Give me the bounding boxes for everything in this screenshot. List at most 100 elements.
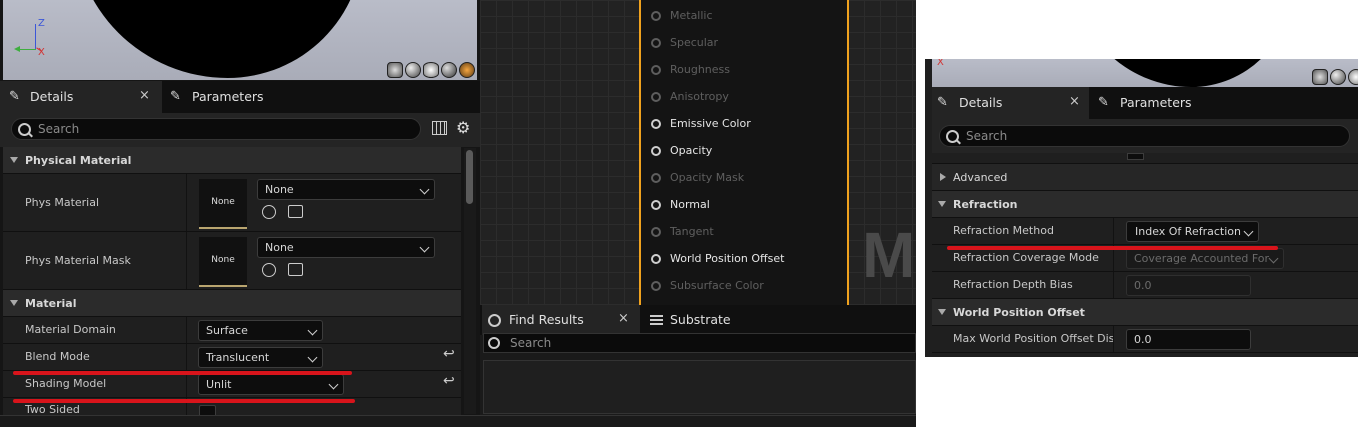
property-label: Refraction Depth Bias: [953, 278, 1073, 291]
plane-preview-icon[interactable]: [1348, 69, 1358, 85]
blend-mode-dropdown[interactable]: Translucent: [198, 347, 323, 368]
find-search-input[interactable]: Search: [483, 333, 916, 353]
refraction-depth-bias-input[interactable]: 0.0: [1126, 275, 1251, 296]
property-phys-material: Phys Material None None: [3, 174, 461, 232]
cylinder-preview-icon[interactable]: [1312, 69, 1328, 85]
category-material[interactable]: Material: [3, 290, 461, 317]
reset-to-default-icon[interactable]: ↩: [443, 346, 455, 362]
cylinder-preview-icon[interactable]: [387, 62, 403, 78]
sphere-preview-icon[interactable]: [1330, 69, 1346, 85]
tab-find-results-label: Find Results: [509, 312, 584, 327]
cube-preview-icon[interactable]: [441, 62, 457, 78]
pin-connector-icon[interactable]: [651, 173, 661, 183]
tab-parameters-label: Parameters: [1120, 95, 1192, 110]
category-advanced[interactable]: Advanced: [932, 164, 1358, 191]
close-icon[interactable]: ×: [139, 88, 150, 103]
pin-connector-icon[interactable]: [651, 146, 661, 156]
node-pin-label: Roughness: [670, 63, 731, 76]
pin-connector-icon[interactable]: [651, 38, 661, 48]
plane-preview-icon[interactable]: [423, 62, 439, 78]
category-label: Refraction: [953, 198, 1018, 211]
use-selected-icon[interactable]: [262, 263, 276, 277]
property-shading-model: Shading Model Unlit ↩: [3, 371, 461, 398]
close-icon[interactable]: ×: [618, 311, 629, 326]
chevron-down-icon: [1268, 253, 1279, 264]
material-preview-viewport[interactable]: X: [932, 59, 1358, 87]
category-label: World Position Offset: [953, 306, 1085, 319]
search-icon: [488, 337, 500, 349]
search-placeholder: Search: [966, 129, 1008, 143]
gear-icon[interactable]: ⚙: [456, 118, 470, 137]
chevron-down-icon: [307, 325, 318, 336]
chevron-down-icon: [419, 242, 430, 253]
axis-x-label: X: [38, 47, 45, 58]
tab-details[interactable]: ✎ Details ×: [0, 81, 162, 113]
table-view-icon[interactable]: [432, 121, 447, 135]
phys-material-mask-dropdown[interactable]: None: [257, 237, 435, 258]
material-graph-canvas[interactable]: Metallic Specular Roughness Anisotropy Emiss…: [480, 0, 916, 305]
scrollbar-thumb[interactable]: [466, 150, 473, 204]
pin-connector-icon[interactable]: [651, 254, 661, 264]
tab-find-results[interactable]: Find Results ×: [482, 305, 640, 335]
axis-gizmo: Z X: [9, 18, 55, 64]
pin-connector-icon[interactable]: [651, 65, 661, 75]
property-label: Max World Position Offset Dis...: [953, 332, 1113, 345]
expand-arrow-icon: [10, 157, 18, 163]
tab-details[interactable]: ✎ Details ×: [932, 87, 1089, 119]
search-input[interactable]: Search: [939, 125, 1350, 147]
pin-connector-icon[interactable]: [651, 227, 661, 237]
material-preview-viewport[interactable]: Z X: [3, 0, 477, 80]
tab-parameters[interactable]: ✎ Parameters: [164, 81, 324, 113]
browse-asset-icon[interactable]: [288, 263, 303, 276]
reset-to-default-icon[interactable]: ↩: [443, 373, 455, 389]
tab-parameters[interactable]: ✎ Parameters: [1092, 87, 1242, 119]
property-max-wpo-displacement: Max World Position Offset Dis... 0.0: [932, 326, 1358, 353]
pin-connector-icon[interactable]: [651, 11, 661, 21]
status-strip: [0, 415, 480, 427]
pin-connector-icon[interactable]: [651, 200, 661, 210]
tab-substrate[interactable]: Substrate: [644, 305, 764, 335]
dropdown-value: Index Of Refraction: [1135, 225, 1241, 238]
two-sided-checkbox[interactable]: [199, 405, 216, 415]
property-refraction-depth-bias: Refraction Depth Bias 0.0: [932, 272, 1358, 299]
browse-asset-icon[interactable]: [288, 205, 303, 218]
find-results-panel: Find Results × Substrate Search: [480, 305, 916, 427]
category-label: Material: [25, 297, 77, 310]
close-icon[interactable]: ×: [1069, 94, 1080, 109]
search-placeholder: Search: [510, 336, 552, 350]
pencil-icon: ✎: [1098, 95, 1109, 110]
category-world-position-offset[interactable]: World Position Offset: [932, 299, 1358, 326]
expand-arrow-icon: [940, 173, 946, 181]
chevron-down-icon: [419, 184, 430, 195]
shading-model-dropdown[interactable]: Unlit: [198, 374, 344, 395]
max-wpo-displacement-input[interactable]: 0.0: [1126, 329, 1251, 350]
left-search-row: Search ⚙: [0, 113, 480, 147]
pin-connector-icon[interactable]: [651, 281, 661, 291]
category-refraction[interactable]: Refraction: [932, 191, 1358, 218]
search-input[interactable]: Search: [11, 118, 421, 140]
node-pin-label: Opacity: [670, 144, 713, 157]
axis-z-label: Z: [38, 18, 45, 29]
category-label: Physical Material: [25, 154, 132, 167]
asset-thumbnail[interactable]: None: [199, 179, 247, 229]
scrollbar[interactable]: [464, 148, 476, 414]
phys-material-dropdown[interactable]: None: [257, 179, 435, 200]
pin-connector-icon[interactable]: [651, 119, 661, 129]
category-physical-material[interactable]: Physical Material: [3, 147, 461, 174]
chevron-down-icon: [1243, 226, 1254, 237]
material-result-node[interactable]: Metallic Specular Roughness Anisotropy Emiss…: [639, 0, 849, 305]
right-search-row: Search: [932, 119, 1358, 153]
sphere-preview-icon[interactable]: [405, 62, 421, 78]
expand-arrow-icon: [938, 309, 946, 315]
refraction-coverage-dropdown[interactable]: Coverage Accounted For: [1126, 248, 1284, 269]
property-label: Refraction Method: [953, 224, 1054, 237]
pin-connector-icon[interactable]: [651, 92, 661, 102]
property-phys-material-mask: Phys Material Mask None None: [3, 232, 461, 290]
custom-mesh-preview-icon[interactable]: [459, 62, 475, 78]
asset-thumbnail[interactable]: None: [199, 237, 247, 287]
use-selected-icon[interactable]: [262, 205, 276, 219]
property-label: Phys Material Mask: [25, 254, 131, 267]
refraction-method-dropdown[interactable]: Index Of Refraction: [1126, 221, 1259, 242]
material-domain-dropdown[interactable]: Surface: [198, 320, 323, 341]
annotation-underline-shading-model: [13, 399, 355, 403]
